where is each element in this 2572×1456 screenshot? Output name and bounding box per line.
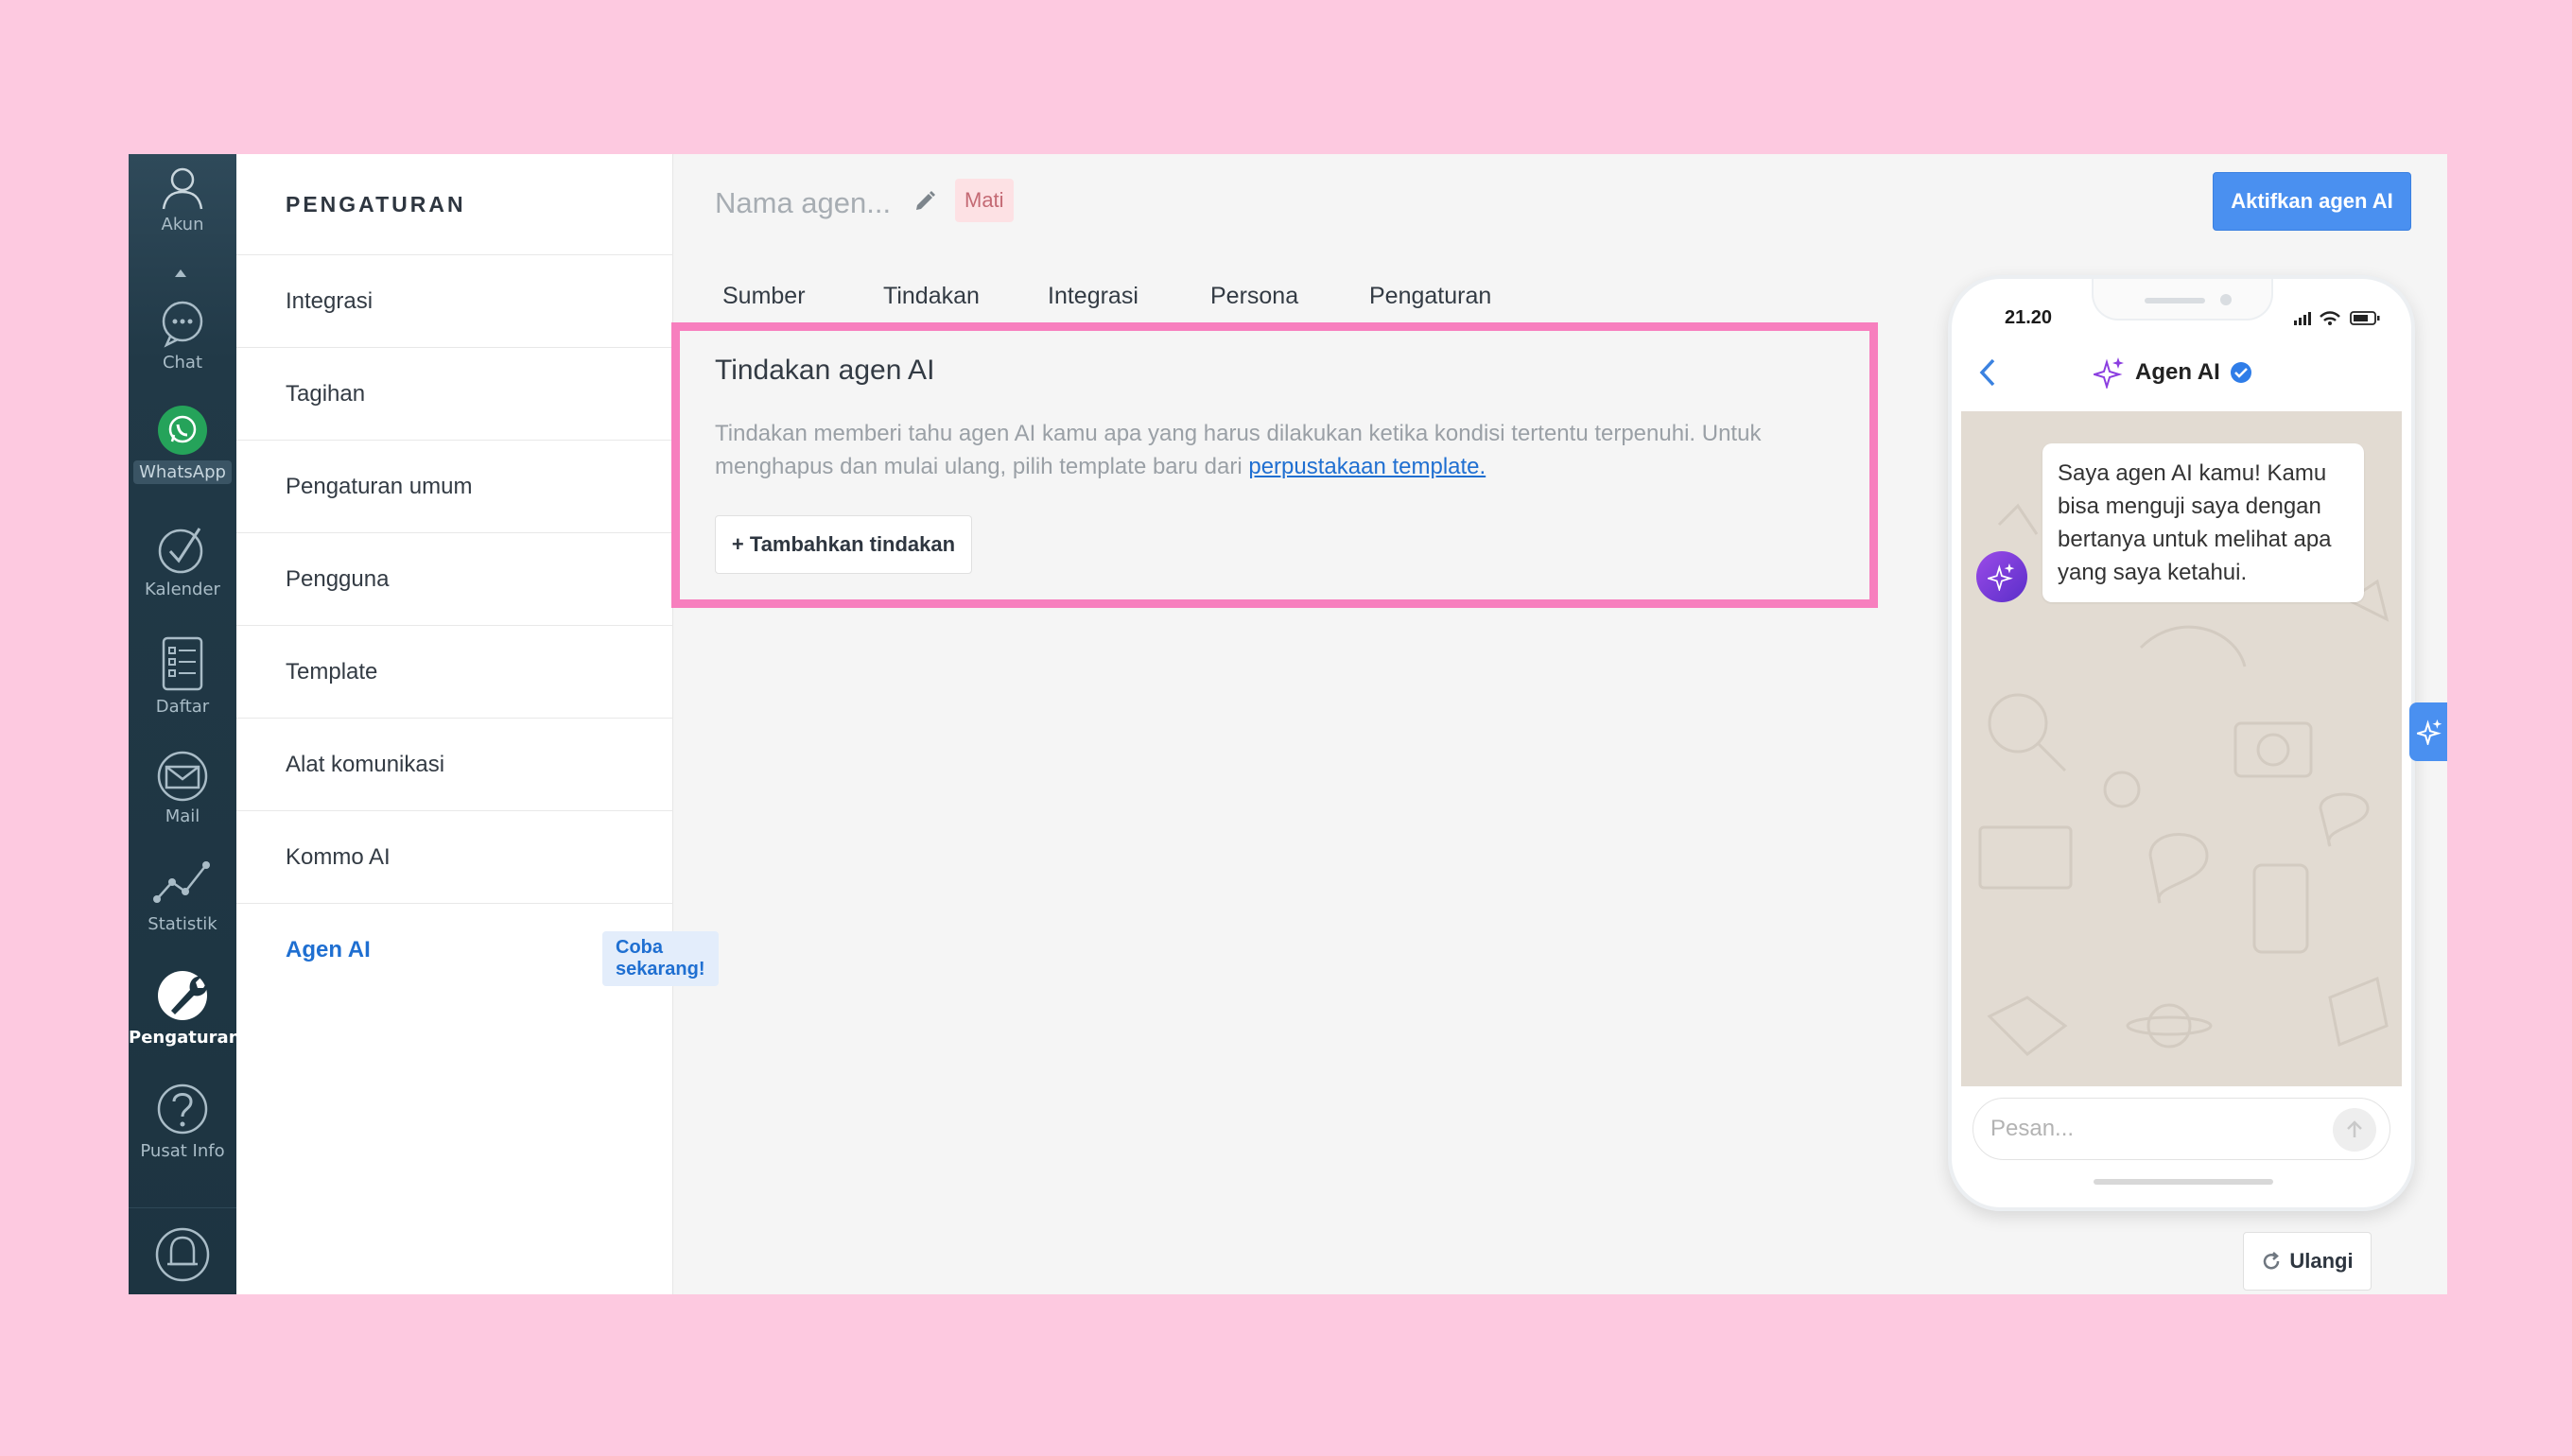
notifications-button[interactable]	[129, 1221, 236, 1287]
nav-item-kalender[interactable]: Kalender	[129, 523, 236, 599]
send-button[interactable]	[2333, 1108, 2376, 1152]
agent-name-field[interactable]: Nama agen...	[715, 186, 891, 220]
menu-divider	[236, 254, 673, 255]
settings-item-template[interactable]: Template	[286, 659, 377, 685]
chat-icon	[162, 301, 203, 348]
nav-label: WhatsApp	[133, 460, 232, 484]
nav-item-statistik[interactable]: Statistik	[129, 856, 236, 934]
left-nav: Akun Chat WhatsApp Kalender Daftar Mail …	[129, 154, 241, 1294]
home-indicator	[2094, 1179, 2273, 1185]
nav-label: Pusat Info	[140, 1141, 225, 1161]
tab-tindakan[interactable]: Tindakan	[883, 283, 980, 310]
main-panel: Nama agen... Mati Aktifkan agen AI Sumbe…	[671, 154, 2447, 1294]
nav-item-pengaturan[interactable]: Pengaturan	[129, 965, 241, 1048]
back-arrow-icon[interactable]	[1976, 356, 1997, 389]
settings-item-agen-ai[interactable]: Agen AI	[286, 937, 371, 963]
nav-label: Pengaturan	[129, 1028, 241, 1048]
settings-item-pengguna[interactable]: Pengguna	[286, 566, 389, 593]
ai-assistant-button[interactable]	[2409, 702, 2447, 761]
chat-title-text: Agen AI	[2135, 359, 2220, 385]
settings-item-pengaturan-umum[interactable]: Pengaturan umum	[286, 474, 472, 500]
user-icon	[162, 167, 203, 210]
actions-description-text: Tindakan memberi tahu agen AI kamu apa y…	[715, 421, 1762, 479]
nav-item-whatsapp[interactable]: WhatsApp	[129, 404, 236, 484]
bot-avatar	[1976, 551, 2027, 602]
reset-chat-button[interactable]: Ulangi	[2243, 1232, 2372, 1291]
menu-divider	[236, 440, 673, 441]
chat-area: Saya agen AI kamu! Kamu bisa menguji say…	[1961, 411, 2402, 1086]
checkmark-icon	[158, 528, 203, 574]
sparkle-icon	[2417, 719, 2442, 745]
menu-divider	[236, 718, 673, 719]
actions-title: Tindakan agen AI	[715, 355, 935, 386]
settings-item-alat-komunikasi[interactable]: Alat komunikasi	[286, 752, 444, 778]
activate-agent-button[interactable]: Aktifkan agen AI	[2213, 172, 2411, 231]
sparkle-icon	[1988, 563, 2015, 591]
chart-icon	[153, 861, 210, 903]
nav-divider	[129, 1207, 236, 1208]
actions-description: Tindakan memberi tahu agen AI kamu apa y…	[715, 417, 1831, 483]
tab-integrasi[interactable]: Integrasi	[1048, 283, 1138, 310]
tab-sumber[interactable]: Sumber	[722, 283, 806, 310]
nav-item-akun[interactable]: Akun	[129, 164, 236, 234]
settings-item-tagihan[interactable]: Tagihan	[286, 381, 365, 407]
nav-label: Kalender	[145, 580, 220, 599]
nav-label: Statistik	[148, 914, 217, 934]
phone-notch	[2092, 279, 2273, 321]
nav-label: Akun	[161, 215, 204, 234]
menu-divider	[236, 903, 673, 904]
menu-divider	[236, 810, 673, 811]
tab-pengaturan[interactable]: Pengaturan	[1369, 283, 1491, 310]
settings-item-kommo-ai[interactable]: Kommo AI	[286, 844, 391, 871]
nav-label: Daftar	[155, 697, 210, 717]
refresh-icon	[2264, 1252, 2280, 1270]
menu-divider	[236, 347, 673, 348]
chat-header: Agen AI	[1952, 336, 2411, 413]
menu-divider	[236, 625, 673, 626]
message-input[interactable]	[1990, 1112, 2312, 1146]
arrow-up-icon	[2347, 1120, 2362, 1137]
nav-item-chat[interactable]: Chat	[129, 298, 236, 373]
settings-menu: PENGATURAN Integrasi Tagihan Pengaturan …	[236, 154, 719, 1294]
pencil-icon[interactable]	[913, 190, 936, 213]
settings-item-integrasi[interactable]: Integrasi	[286, 288, 373, 315]
list-icon	[162, 636, 203, 691]
template-library-link[interactable]: perpustakaan template.	[1248, 454, 1486, 479]
nav-item-mail[interactable]: Mail	[129, 750, 236, 826]
scroll-up-icon[interactable]	[175, 269, 186, 277]
status-badge: Mati	[955, 179, 1014, 222]
nav-label: Chat	[162, 353, 203, 373]
wrench-icon	[158, 971, 208, 1020]
mail-icon	[157, 751, 208, 802]
nav-item-pusat-info[interactable]: Pusat Info	[129, 1081, 236, 1161]
chat-header-title: Agen AI	[2094, 356, 2252, 389]
add-action-button[interactable]: + Tambahkan tindakan	[715, 515, 972, 574]
question-icon	[157, 1083, 208, 1135]
tab-persona[interactable]: Persona	[1210, 283, 1298, 310]
verified-icon	[2230, 362, 2251, 383]
reset-label: Ulangi	[2289, 1249, 2354, 1273]
settings-title: PENGATURAN	[286, 192, 466, 217]
sparkle-icon	[2094, 357, 2124, 389]
phone-time: 21.20	[2005, 307, 2053, 328]
app-window: Akun Chat WhatsApp Kalender Daftar Mail …	[129, 154, 2447, 1294]
menu-divider	[236, 532, 673, 533]
whatsapp-icon	[158, 406, 207, 455]
bell-icon	[155, 1227, 210, 1282]
bot-message-bubble: Saya agen AI kamu! Kamu bisa menguji say…	[2042, 443, 2364, 602]
message-input-wrapper	[1972, 1098, 2390, 1160]
phone-preview: 21.20 Agen AI Saya agen AI kamu! Kamu bi…	[1948, 275, 2415, 1211]
phone-status-icons	[2294, 311, 2380, 325]
nav-label: Mail	[165, 806, 200, 826]
nav-item-daftar[interactable]: Daftar	[129, 633, 236, 717]
